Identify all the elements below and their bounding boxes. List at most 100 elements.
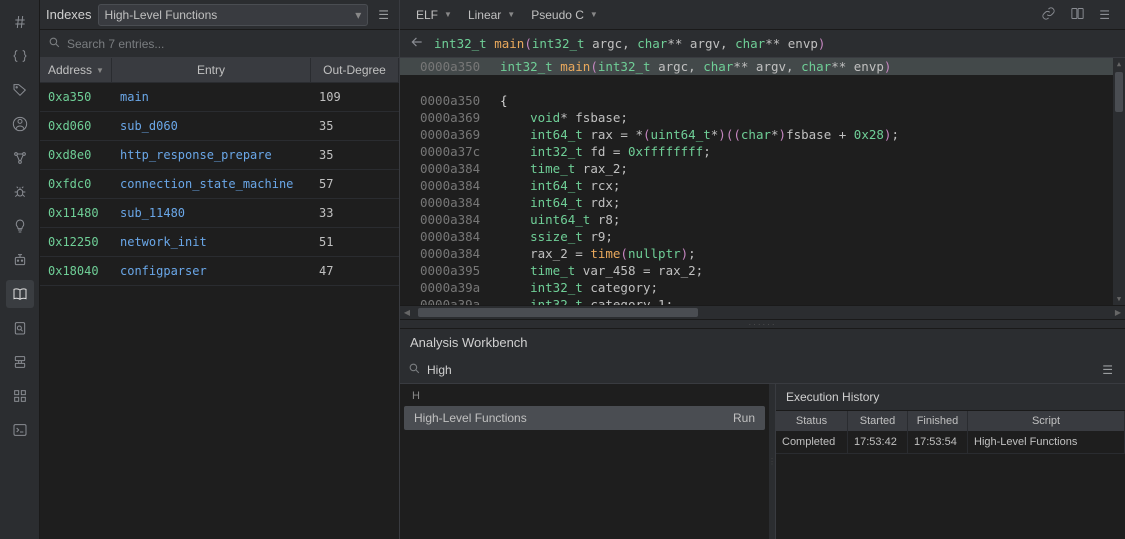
cell-entry: network_init	[112, 235, 311, 249]
code-line[interactable]: 0000a369 void* fsbase;	[400, 109, 1125, 126]
lang-pseudoc-dropdown[interactable]: Pseudo C▼	[525, 5, 604, 25]
code-line[interactable]: 0000a384 int64_t rdx;	[400, 194, 1125, 211]
code-line[interactable]: 0000a350 {	[400, 92, 1125, 109]
clipboard-search-icon[interactable]	[6, 314, 34, 342]
table-row[interactable]: 0x12250network_init51	[40, 228, 399, 257]
code-line[interactable]: 0000a384 ssize_t r9;	[400, 228, 1125, 245]
cell-entry: configparser	[112, 264, 311, 278]
workbench-item[interactable]: High-Level Functions Run	[404, 406, 765, 430]
code-line[interactable]: 0000a384 uint64_t r8;	[400, 211, 1125, 228]
indexes-panel: Indexes High-Level Functions ▾ ☰ Address…	[40, 0, 400, 539]
stack-icon[interactable]	[6, 348, 34, 376]
history-row[interactable]: Completed17:53:4217:53:54High-Level Func…	[776, 431, 1125, 454]
right-panel: ELF▼ Linear▼ Pseudo C▼ ☰ int32_t main(in…	[400, 0, 1125, 539]
col-entry[interactable]: Entry	[112, 58, 311, 82]
code-line[interactable]	[400, 75, 1125, 92]
search-icon	[48, 36, 61, 52]
cell-degree: 35	[311, 119, 399, 133]
graph-icon[interactable]	[6, 144, 34, 172]
col-status[interactable]: Status	[776, 411, 848, 431]
code-line[interactable]: 0000a39a int32_t category_1;	[400, 296, 1125, 305]
back-icon[interactable]	[410, 35, 424, 52]
scroll-down-icon[interactable]: ▼	[1113, 293, 1125, 305]
cell-address: 0x12250	[40, 235, 112, 249]
cell-address: 0xd8e0	[40, 148, 112, 162]
indexes-title: Indexes	[46, 7, 92, 22]
indexes-dropdown[interactable]: High-Level Functions ▾	[98, 4, 369, 26]
cell-entry: sub_11480	[112, 206, 311, 220]
code-line[interactable]: 0000a369 int64_t rax = *(uint64_t*)((cha…	[400, 126, 1125, 143]
lightbulb-icon[interactable]	[6, 212, 34, 240]
workbench-search[interactable]: ☰	[400, 356, 1125, 384]
cell-degree: 33	[311, 206, 399, 220]
person-pin-icon[interactable]	[6, 110, 34, 138]
cell-entry: connection_state_machine	[112, 177, 311, 191]
cell-script: High-Level Functions	[968, 431, 1125, 453]
hash-icon[interactable]	[6, 8, 34, 36]
grid-icon[interactable]	[6, 382, 34, 410]
vertical-split-handle[interactable]: ······	[400, 319, 1125, 329]
hamburger-icon[interactable]: ☰	[374, 6, 393, 24]
function-signature-row: int32_t main(int32_t argc, char** argv, …	[400, 30, 1125, 58]
code-line[interactable]: 0000a39a int32_t category;	[400, 279, 1125, 296]
col-address[interactable]: Address▼	[40, 58, 112, 82]
bug-icon[interactable]	[6, 178, 34, 206]
left-iconbar	[0, 0, 40, 539]
col-script[interactable]: Script	[968, 411, 1125, 431]
hamburger-icon[interactable]: ☰	[1094, 6, 1115, 24]
book-icon[interactable]	[6, 280, 34, 308]
scroll-right-icon[interactable]: ▶	[1111, 306, 1125, 319]
cell-finished: 17:53:54	[908, 431, 968, 453]
braces-icon[interactable]	[6, 42, 34, 70]
table-row[interactable]: 0x11480sub_1148033	[40, 199, 399, 228]
code-line[interactable]: 0000a384 rax_2 = time(nullptr);	[400, 245, 1125, 262]
view-linear-dropdown[interactable]: Linear▼	[462, 5, 521, 25]
hamburger-icon[interactable]: ☰	[1098, 361, 1117, 379]
cell-entry: main	[112, 90, 311, 104]
code-area[interactable]: 0000a350 int32_t main(int32_t argc, char…	[400, 58, 1125, 305]
code-line[interactable]: 0000a395 time_t var_458 = rax_2;	[400, 262, 1125, 279]
code-line[interactable]: 0000a384 int64_t rcx;	[400, 177, 1125, 194]
code-line[interactable]: 0000a350 int32_t main(int32_t argc, char…	[400, 58, 1125, 75]
table-row[interactable]: 0xd060sub_d06035	[40, 112, 399, 141]
cell-address: 0xa350	[40, 90, 112, 104]
cell-degree: 109	[311, 90, 399, 104]
cell-degree: 57	[311, 177, 399, 191]
chevron-down-icon: ▼	[507, 10, 515, 19]
workbench-title: Analysis Workbench	[400, 329, 1125, 356]
chevron-down-icon: ▾	[355, 8, 361, 22]
scroll-left-icon[interactable]: ◀	[400, 306, 414, 319]
run-button[interactable]: Run	[733, 411, 755, 425]
scroll-up-icon[interactable]: ▲	[1113, 58, 1125, 70]
vertical-scrollbar[interactable]: ▲ ▼	[1113, 58, 1125, 305]
table-row[interactable]: 0x18040configparser47	[40, 257, 399, 286]
link-icon[interactable]	[1036, 4, 1061, 26]
split-icon[interactable]	[1065, 4, 1090, 26]
code-toolbar: ELF▼ Linear▼ Pseudo C▼ ☰	[400, 0, 1125, 30]
workbench-item-label: High-Level Functions	[414, 411, 527, 425]
sort-indicator-icon: ▼	[96, 66, 104, 75]
indexes-search-input[interactable]	[67, 37, 391, 51]
format-elf-dropdown[interactable]: ELF▼	[410, 5, 458, 25]
cell-entry: sub_d060	[112, 119, 311, 133]
robot-icon[interactable]	[6, 246, 34, 274]
table-row[interactable]: 0xa350main109	[40, 83, 399, 112]
code-line[interactable]: 0000a37c int32_t fd = 0xffffffff;	[400, 143, 1125, 160]
cell-address: 0x18040	[40, 264, 112, 278]
history-body: Completed17:53:4217:53:54High-Level Func…	[776, 431, 1125, 454]
tag-icon[interactable]	[6, 76, 34, 104]
cell-address: 0x11480	[40, 206, 112, 220]
col-started[interactable]: Started	[848, 411, 908, 431]
workbench-search-input[interactable]	[427, 363, 1092, 377]
col-out-degree[interactable]: Out-Degree	[311, 58, 399, 82]
history-header: Status Started Finished Script	[776, 411, 1125, 431]
execution-history-panel: Execution History Status Started Finishe…	[775, 384, 1125, 539]
terminal-icon[interactable]	[6, 416, 34, 444]
horizontal-scrollbar[interactable]: ◀ ▶	[400, 305, 1125, 319]
code-line[interactable]: 0000a384 time_t rax_2;	[400, 160, 1125, 177]
col-finished[interactable]: Finished	[908, 411, 968, 431]
history-title: Execution History	[776, 384, 1125, 411]
indexes-search[interactable]	[40, 30, 399, 58]
table-row[interactable]: 0xfdc0connection_state_machine57	[40, 170, 399, 199]
table-row[interactable]: 0xd8e0http_response_prepare35	[40, 141, 399, 170]
